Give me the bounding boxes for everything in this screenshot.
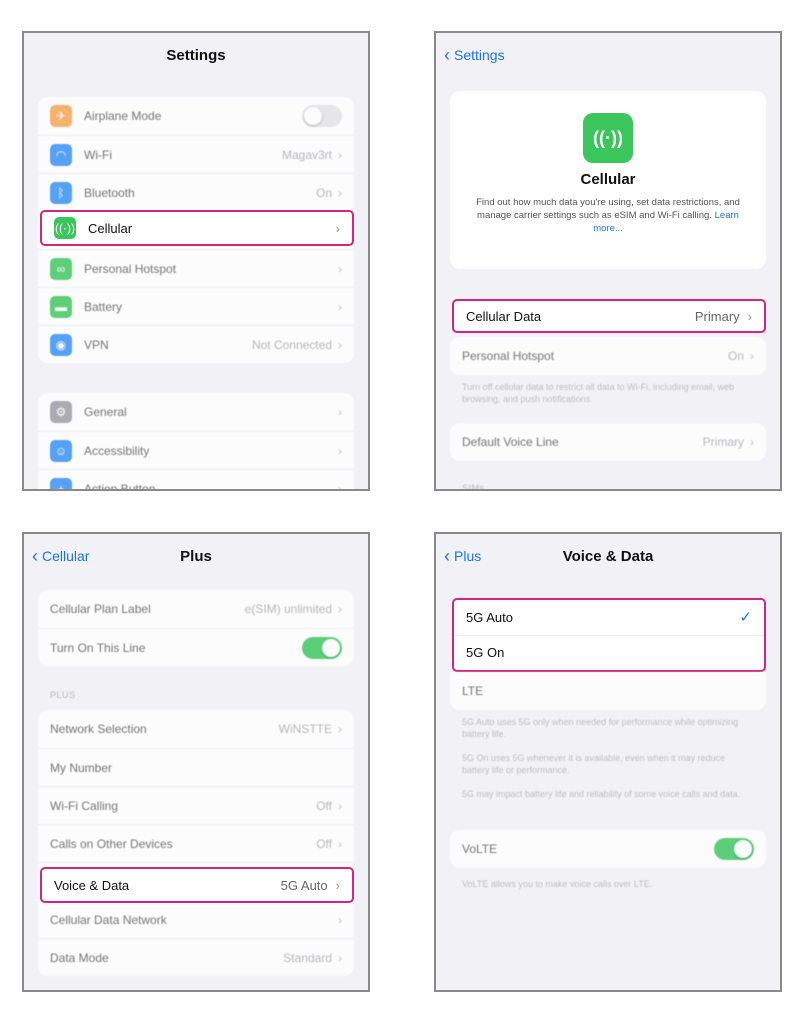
hero-description: Find out how much data you're using, set…: [476, 197, 740, 234]
action-button-icon: +: [50, 477, 72, 489]
nav-bar: ‹ Settings: [436, 33, 780, 83]
cellular-plan-label-row[interactable]: Cellular Plan Label e(SIM) unlimited ›: [38, 590, 354, 628]
cellular-data-row[interactable]: Cellular Data Primary ›: [452, 299, 766, 333]
chevron-right-icon: ›: [338, 405, 342, 419]
section-caption: PLUS: [50, 690, 76, 700]
plus-line-screen: ‹ Cellular Plus Cellular Plan Label e(SI…: [22, 532, 370, 992]
accessibility-icon: ☺: [50, 439, 72, 462]
cellular-data-footnote: Turn off cellular data to restrict all d…: [462, 382, 735, 404]
volte-row: VoLTE: [450, 830, 766, 868]
general-row[interactable]: ⚙ General ›: [38, 393, 354, 431]
option-5g-on[interactable]: 5G On: [454, 636, 764, 671]
airplane-icon: ✈: [50, 105, 72, 127]
chevron-right-icon: ›: [750, 349, 754, 363]
chevron-right-icon: ›: [335, 877, 340, 893]
cellular-row[interactable]: ((·)) Cellular ›: [40, 210, 354, 246]
lte-group: LTE: [450, 672, 766, 710]
turn-on-line-toggle[interactable]: [302, 636, 342, 659]
note-5g-on: 5G On uses 5G whenever it is available, …: [462, 753, 726, 775]
chevron-right-icon: ›: [338, 261, 342, 276]
page-title: Settings: [166, 47, 226, 64]
turn-on-line-row: Turn On This Line: [38, 628, 354, 666]
voice-data-row[interactable]: Voice & Data 5G Auto ›: [40, 867, 354, 903]
vpn-row[interactable]: ◉ VPN Not Connected ›: [38, 325, 354, 363]
back-button[interactable]: ‹ Settings: [444, 45, 505, 65]
plus-settings-group: Network Selection WiNSTTE › My Number Wi…: [38, 710, 354, 976]
hotspot-group: Personal Hotspot On ›: [450, 337, 766, 375]
chevron-right-icon: ›: [338, 185, 342, 200]
voice-data-screen: ‹ Plus Voice & Data 5G Auto ✓ 5G On LTE …: [434, 532, 782, 992]
chevron-right-icon: ›: [338, 722, 342, 736]
option-lte[interactable]: LTE: [450, 672, 766, 710]
action-button-row[interactable]: + Action Button ›: [38, 469, 354, 491]
settings-screen: Settings ✈ Airplane Mode ◠ Wi-Fi Magav3r…: [22, 31, 370, 491]
airplane-mode-row[interactable]: ✈ Airplane Mode: [38, 97, 354, 135]
voice-line-group: Default Voice Line Primary ›: [450, 423, 766, 461]
antenna-icon: ((·)): [54, 217, 76, 239]
chevron-right-icon: ›: [338, 443, 342, 458]
chevron-right-icon: ›: [338, 147, 342, 162]
nav-bar: ‹ Cellular Plus: [24, 534, 368, 584]
chevron-right-icon: ›: [338, 798, 342, 813]
cellular-data-network-row[interactable]: Cellular Data Network ›: [38, 900, 354, 938]
chevron-right-icon: ›: [338, 337, 342, 352]
page-title: Plus: [180, 548, 212, 565]
settings-group-general: ⚙ General › ☺ Accessibility › + Action B…: [38, 393, 354, 491]
chevron-left-icon: ‹: [444, 45, 450, 65]
chevron-right-icon: ›: [338, 299, 342, 314]
chevron-right-icon: ›: [338, 602, 342, 616]
gear-icon: ⚙: [50, 401, 72, 423]
volte-note: VoLTE allows you to make voice calls ove…: [462, 879, 653, 889]
cellular-hero-card: ((·)) Cellular Find out how much data yo…: [450, 91, 766, 269]
page-title: Voice & Data: [562, 548, 654, 565]
checkmark-icon: ✓: [739, 609, 752, 627]
volte-group: VoLTE: [450, 830, 766, 868]
nav-bar: Settings: [24, 33, 368, 83]
antenna-icon: ((·)): [583, 113, 633, 163]
chevron-right-icon: ›: [338, 912, 342, 927]
note-5g-impact: 5G may impact battery life and reliabili…: [462, 789, 741, 799]
wifi-icon: ◠: [50, 143, 72, 166]
nav-bar: ‹ Plus Voice & Data: [436, 534, 780, 584]
network-options-highlight: 5G Auto ✓ 5G On: [452, 598, 766, 672]
vpn-icon: ◉: [50, 333, 72, 356]
section-caption: SIMs: [462, 483, 485, 491]
airplane-mode-toggle[interactable]: [302, 105, 342, 127]
hero-title: Cellular: [580, 171, 636, 188]
chevron-right-icon: ›: [335, 220, 340, 236]
network-selection-row[interactable]: Network Selection WiNSTTE ›: [38, 710, 354, 748]
cellular-screen: ‹ Settings ((·)) Cellular Find out how m…: [434, 31, 782, 491]
calls-other-devices-row[interactable]: Calls on Other Devices Off ›: [38, 824, 354, 862]
chevron-right-icon: ›: [338, 481, 342, 491]
bluetooth-row[interactable]: ᛒ Bluetooth On ›: [38, 173, 354, 211]
chevron-right-icon: ›: [750, 435, 754, 449]
personal-hotspot-row[interactable]: ∞ Personal Hotspot ›: [38, 249, 354, 287]
volte-toggle[interactable]: [714, 838, 754, 860]
personal-hotspot-row[interactable]: Personal Hotspot On ›: [450, 337, 766, 375]
chevron-right-icon: ›: [338, 950, 342, 965]
bluetooth-icon: ᛒ: [50, 181, 72, 204]
battery-icon: ▬: [50, 295, 72, 318]
note-5g-auto: 5G Auto uses 5G only when needed for per…: [462, 717, 739, 739]
my-number-row[interactable]: My Number: [38, 748, 354, 786]
plan-group: Cellular Plan Label e(SIM) unlimited › T…: [38, 590, 354, 666]
chevron-right-icon: ›: [338, 836, 342, 851]
wifi-calling-row[interactable]: Wi-Fi Calling Off ›: [38, 786, 354, 824]
chevron-right-icon: ›: [747, 308, 752, 324]
default-voice-line-row[interactable]: Default Voice Line Primary ›: [450, 423, 766, 461]
battery-row[interactable]: ▬ Battery ›: [38, 287, 354, 325]
accessibility-row[interactable]: ☺ Accessibility ›: [38, 431, 354, 469]
data-mode-row[interactable]: Data Mode Standard ›: [38, 938, 354, 976]
wifi-row[interactable]: ◠ Wi-Fi Magav3rt ›: [38, 135, 354, 173]
option-5g-auto[interactable]: 5G Auto ✓: [454, 600, 764, 636]
hotspot-icon: ∞: [50, 257, 72, 280]
